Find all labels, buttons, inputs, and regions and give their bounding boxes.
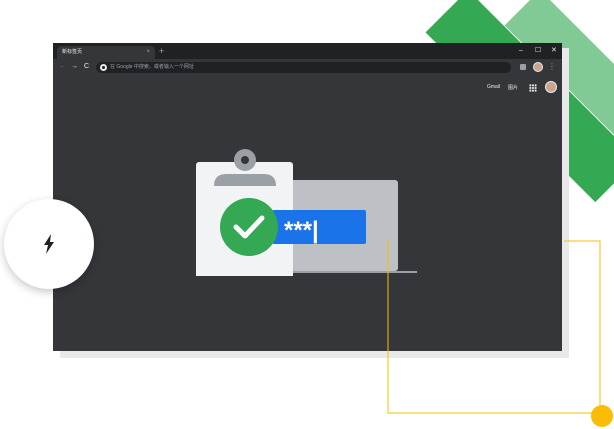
- bolt-icon: [44, 234, 54, 254]
- close-window-button[interactable]: ✕: [551, 45, 557, 57]
- bolt-badge: [4, 199, 94, 289]
- menu-icon[interactable]: ⋮: [548, 61, 556, 73]
- omnibox-placeholder: 在 Google 中搜索，或者输入一个网址: [110, 64, 194, 70]
- reload-button[interactable]: C: [84, 61, 89, 73]
- toolbar: ← → C 在 Google 中搜索，或者输入一个网址 ⋮: [53, 59, 562, 75]
- tab-strip: 新标签页 × + – ☐ ✕: [53, 43, 562, 59]
- images-link[interactable]: 图片: [508, 84, 518, 91]
- back-button[interactable]: ←: [59, 61, 66, 73]
- decor-yellow-dot: [591, 405, 613, 427]
- checkmark-icon: [220, 198, 278, 256]
- forward-button[interactable]: →: [71, 61, 78, 73]
- account-avatar-icon[interactable]: [545, 81, 557, 93]
- minimize-button[interactable]: –: [519, 45, 523, 57]
- profile-avatar-icon[interactable]: [533, 62, 543, 72]
- apps-grid-icon[interactable]: [529, 84, 537, 92]
- new-tab-button[interactable]: +: [159, 45, 164, 57]
- tab-close-icon[interactable]: ×: [146, 46, 150, 59]
- extension-icon[interactable]: [520, 64, 526, 70]
- tab-title: 新标签页: [62, 49, 83, 55]
- tab-new-tab[interactable]: 新标签页 ×: [57, 46, 155, 59]
- omnibox[interactable]: 在 Google 中搜索，或者输入一个网址: [96, 62, 511, 73]
- decor-yellow-line: [387, 240, 601, 414]
- password-mask-text: ***|: [284, 217, 319, 244]
- gmail-link[interactable]: Gmail: [487, 84, 500, 90]
- google-g-icon: [100, 64, 107, 71]
- maximize-button[interactable]: ☐: [535, 45, 541, 57]
